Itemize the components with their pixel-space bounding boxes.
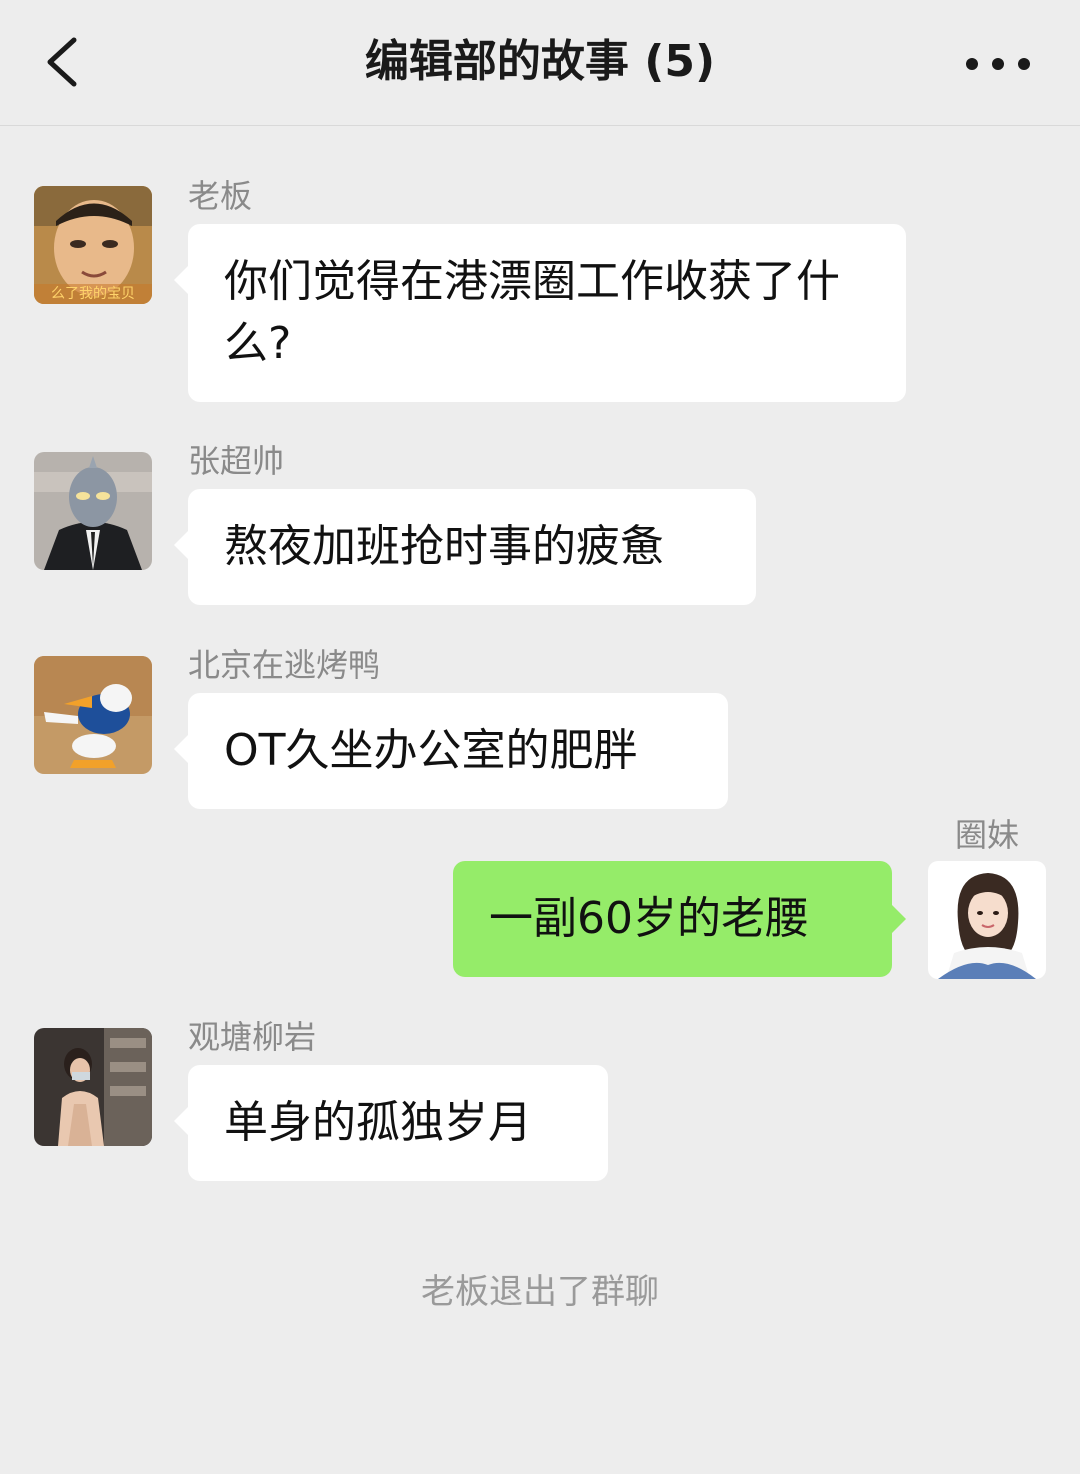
- avatar-caption: 么了我的宝贝: [51, 286, 135, 302]
- more-dots-icon: [966, 58, 978, 70]
- system-notice: 老板退出了群聊: [421, 1272, 659, 1312]
- message-bubble[interactable]: 你们觉得在港漂圈工作收获了什么?: [174, 224, 906, 402]
- avatar[interactable]: [34, 452, 152, 570]
- sender-name: 圈妹: [954, 816, 1019, 854]
- chat-title: 编辑部的故事 (5): [364, 36, 716, 87]
- avatar[interactable]: [928, 861, 1046, 979]
- avatar-image: [34, 452, 152, 570]
- avatar[interactable]: 么了我的宝贝: [34, 186, 152, 304]
- avatar-image: [34, 1028, 152, 1146]
- message-bubble[interactable]: 熬夜加班抢时事的疲惫: [174, 489, 756, 605]
- avatar[interactable]: [34, 656, 152, 774]
- more-dot: [1018, 58, 1030, 70]
- more-button[interactable]: [966, 44, 1030, 84]
- sender-name: 北京在逃烤鸭: [188, 646, 381, 684]
- sender-name: 张超帅: [188, 442, 285, 480]
- chat-header: 编辑部的故事 (5): [0, 0, 1080, 126]
- avatar-image: [928, 861, 1046, 979]
- more-dot: [992, 58, 1004, 70]
- message-bubble-self[interactable]: 一副60岁的老腰: [453, 861, 906, 977]
- sender-name: 老板: [188, 177, 253, 215]
- message-bubble[interactable]: 单身的孤独岁月: [174, 1065, 608, 1181]
- message-bubble[interactable]: OT久坐办公室的肥胖: [174, 693, 728, 809]
- sender-name: 观塘柳岩: [188, 1018, 317, 1056]
- avatar[interactable]: [34, 1028, 152, 1146]
- avatar-image: [34, 656, 152, 774]
